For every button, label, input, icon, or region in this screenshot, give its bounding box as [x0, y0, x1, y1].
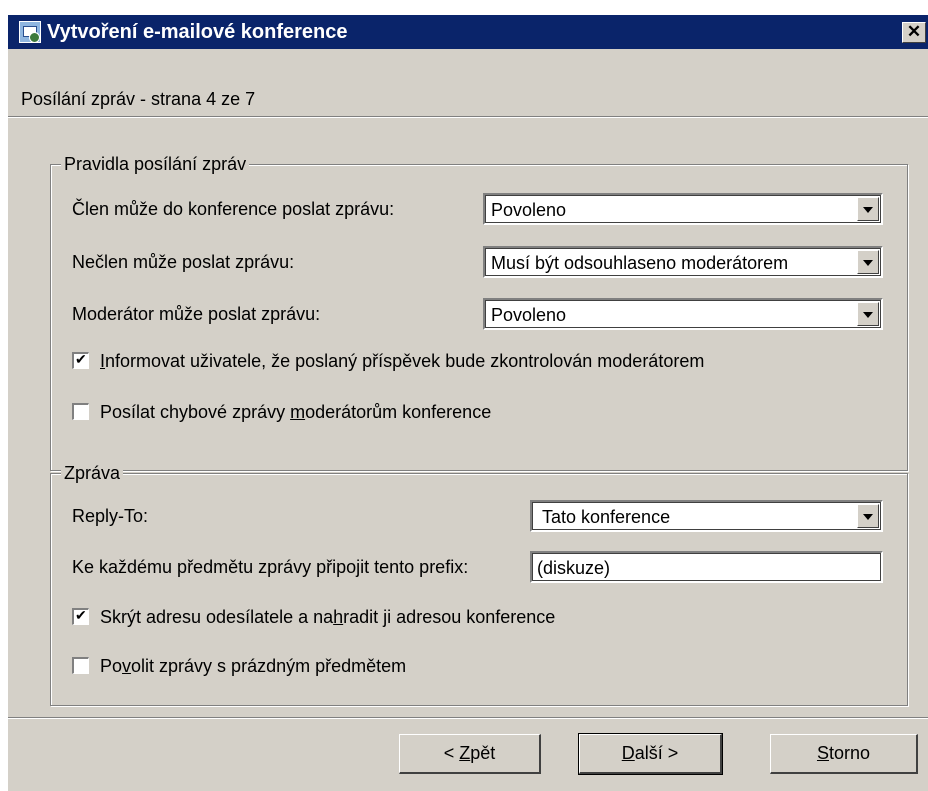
prefix-value: (diskuze) [537, 558, 611, 578]
dropdown-arrow-icon[interactable] [857, 504, 879, 528]
member-send-select[interactable]: Povoleno [483, 193, 883, 225]
member-send-value: Povoleno [491, 200, 567, 220]
wizard-step-title: Posílání zpráv - strana 4 ze 7 [21, 89, 256, 109]
back-button[interactable]: < Zpět [399, 734, 541, 774]
allow-empty-checkbox[interactable] [72, 657, 89, 674]
member-send-label: Člen může do konference poslat zprávu: [72, 199, 395, 219]
nonmember-send-value: Musí být odsouhlaseno moderátorem [491, 253, 789, 273]
footer-divider [8, 717, 928, 719]
hide-sender-label[interactable]: Skrýt adresu odesílatele a nahradit ji a… [100, 606, 555, 628]
hide-sender-checkbox[interactable] [72, 607, 89, 625]
dropdown-arrow-icon[interactable] [857, 302, 879, 326]
message-groupbox: Zpráva Reply-To: Tato konference Ke každ… [50, 462, 908, 706]
reply-to-value: Tato konference [542, 507, 671, 527]
rules-groupbox: Pravidla posílání zpráv Člen může do kon… [50, 153, 908, 471]
message-group-title: Zpráva [61, 462, 124, 484]
cancel-button[interactable]: Storno [770, 734, 918, 774]
allow-empty-label[interactable]: Povolit zprávy s prázdným předmětem [100, 655, 406, 677]
send-errors-label[interactable]: Posílat chybové zprávy moderátorům konfe… [100, 401, 491, 423]
prefix-label: Ke každému předmětu zprávy připojit tent… [72, 557, 469, 577]
dropdown-arrow-icon[interactable] [857, 250, 879, 274]
window-title: Vytvoření e-mailové konference [47, 21, 348, 43]
wizard-content: Pravidla posílání zpráv Člen může do kon… [8, 118, 928, 791]
dropdown-arrow-icon[interactable] [857, 197, 879, 221]
nonmember-send-label: Nečlen může poslat zprávu: [72, 252, 295, 272]
inform-user-label[interactable]: Informovat uživatele, že poslaný příspěv… [100, 350, 704, 372]
mail-list-icon [19, 21, 41, 43]
reply-to-select[interactable]: Tato konference [530, 500, 883, 532]
title-bar[interactable]: Vytvoření e-mailové konference ✕ [8, 15, 928, 49]
rules-group-title: Pravidla posílání zpráv [61, 153, 250, 175]
moderator-send-select[interactable]: Povoleno [483, 298, 883, 330]
nonmember-send-select[interactable]: Musí být odsouhlaseno moderátorem [483, 246, 883, 278]
prefix-input[interactable]: (diskuze) [530, 551, 883, 583]
wizard-dialog: Vytvoření e-mailové konference ✕ Posílán… [8, 15, 928, 791]
moderator-send-label: Moderátor může poslat zprávu: [72, 304, 321, 324]
close-icon[interactable]: ✕ [902, 22, 926, 43]
moderator-send-value: Povoleno [491, 305, 567, 325]
next-button[interactable]: Další > [578, 733, 723, 775]
inform-user-checkbox[interactable] [72, 351, 89, 369]
reply-to-label: Reply-To: [72, 506, 149, 526]
send-errors-checkbox[interactable] [72, 403, 89, 420]
wizard-header: Posílání zpráv - strana 4 ze 7 [8, 49, 928, 118]
